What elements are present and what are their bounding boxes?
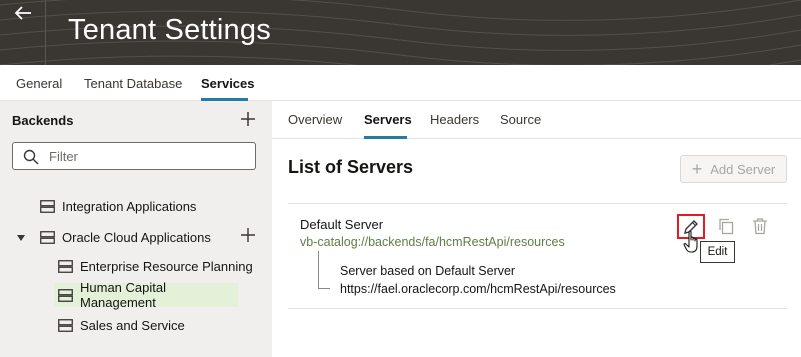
tab-headers[interactable]: Headers: [430, 112, 479, 127]
server-icon: [40, 199, 55, 213]
tree-item-human-capital-management[interactable]: Human Capital Management: [54, 280, 238, 310]
add-server-button[interactable]: + Add Server: [680, 155, 787, 183]
tree-connector: [318, 251, 330, 289]
section-title: List of Servers: [288, 157, 414, 177]
duplicate-button[interactable]: [716, 216, 736, 236]
tab-general[interactable]: General: [16, 76, 62, 91]
trash-icon: [753, 218, 767, 235]
tree-item-label: Sales and Service: [80, 317, 185, 333]
server-icon: [58, 318, 73, 332]
copy-icon: [719, 218, 734, 235]
plus-icon: +: [691, 159, 703, 179]
filter-input[interactable]: [49, 146, 249, 166]
tree-item-integration-applications[interactable]: Integration Applications: [40, 194, 266, 218]
tab-source[interactable]: Source: [500, 112, 541, 127]
server-icon: [58, 288, 73, 302]
delete-button[interactable]: [750, 216, 770, 236]
tab-servers[interactable]: Servers: [364, 112, 412, 127]
active-subtab-indicator: [364, 136, 407, 139]
sub-tab-bar: Overview Servers Headers Source: [272, 101, 801, 139]
tab-overview[interactable]: Overview: [288, 112, 342, 127]
tree-item-label: Integration Applications: [62, 198, 197, 214]
arrow-left-icon: [14, 6, 31, 20]
caret-down-icon[interactable]: [16, 233, 26, 243]
server-icon: [40, 230, 55, 244]
server-based-url: https://fael.oraclecorp.com/hcmRestApi/r…: [340, 282, 616, 296]
tree-item-label: Enterprise Resource Planning: [80, 258, 253, 274]
server-icon: [58, 259, 73, 273]
sidebar-title: Backends: [12, 113, 74, 128]
backends-sidebar: Backends Integration Applications Oracle…: [0, 101, 272, 357]
top-tab-bar: General Tenant Database Services: [0, 65, 801, 101]
add-child-icon[interactable]: [240, 227, 256, 243]
add-backend-icon[interactable]: [239, 110, 257, 128]
tree-item-oracle-cloud-applications[interactable]: Oracle Cloud Applications: [40, 225, 230, 249]
tree-item-sales-and-service[interactable]: Sales and Service: [58, 313, 238, 337]
edit-tooltip: Edit: [700, 241, 735, 263]
tree-item-label: Oracle Cloud Applications: [62, 229, 211, 245]
back-button[interactable]: [0, 0, 46, 65]
server-url: vb-catalog://backends/fa/hcmRestApi/reso…: [300, 235, 565, 249]
server-based-on: Server based on Default Server: [340, 264, 516, 278]
filter-field: [12, 142, 256, 170]
app-header: Tenant Settings: [0, 0, 801, 65]
tab-services[interactable]: Services: [201, 76, 255, 91]
server-name: Default Server: [300, 217, 384, 232]
tree-item-enterprise-resource-planning[interactable]: Enterprise Resource Planning: [58, 254, 266, 278]
tab-tenant-database[interactable]: Tenant Database: [84, 76, 182, 91]
add-server-label: Add Server: [710, 161, 776, 177]
search-icon: [23, 149, 39, 165]
tree-item-label: Human Capital Management: [80, 280, 166, 310]
page-title: Tenant Settings: [68, 14, 271, 46]
